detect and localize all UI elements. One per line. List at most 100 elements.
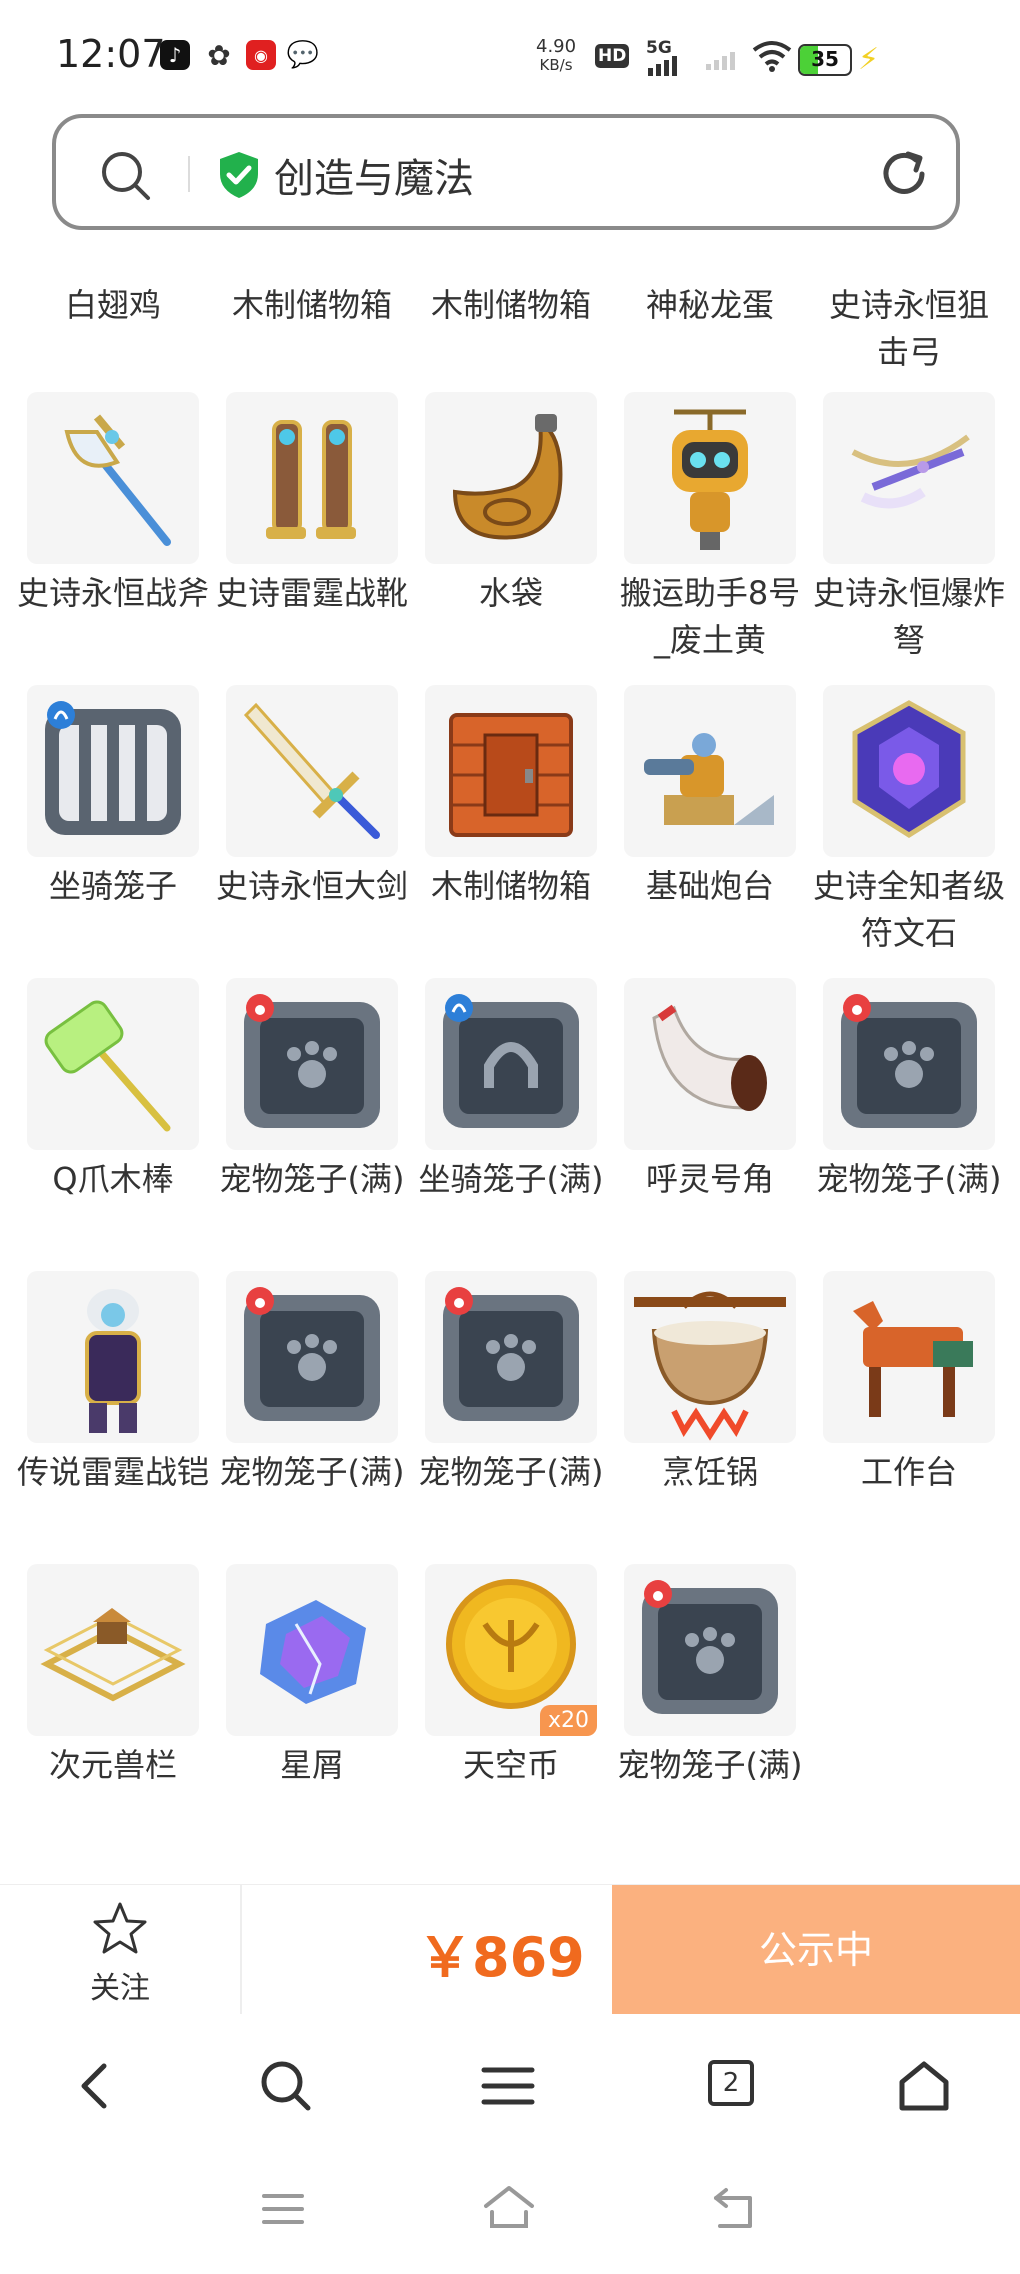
item-name: 坐骑笼子 [48, 867, 177, 905]
pet-cage-icon [642, 1580, 778, 1714]
item-card[interactable]: 坐骑笼子 [27, 685, 199, 978]
item-name: 史诗雷霆战靴 [215, 574, 408, 612]
home-icon[interactable] [894, 2056, 954, 2116]
mount-cage-icon [45, 701, 181, 835]
item-name: 木制储物箱 [231, 286, 392, 324]
search-bar[interactable]: 创造与魔法 [52, 114, 960, 230]
back-icon[interactable] [710, 2182, 762, 2234]
item-card[interactable]: 史诗永恒战斧 [17, 392, 209, 685]
wifi-icon [752, 41, 792, 72]
signal-icon [648, 56, 677, 76]
item-card[interactable]: Q爪木棒 [27, 978, 199, 1271]
pet-cage-icon [244, 1287, 380, 1421]
net-speed: 4.90 KB/s [536, 36, 577, 75]
item-name: Q爪木棒 [52, 1160, 174, 1198]
item-card[interactable]: 史诗雷霆战靴 [216, 392, 408, 685]
wooden-chest-icon [449, 713, 573, 837]
item-card[interactable]: 木制储物箱 [425, 270, 597, 390]
item-name: 呼灵号角 [645, 1160, 774, 1198]
item-image [27, 1564, 199, 1736]
item-image [823, 1271, 995, 1443]
item-name: 宠物笼子(满) [617, 1746, 803, 1784]
pet-cage-icon [244, 994, 380, 1128]
publicity-status-button[interactable]: 公示中 [612, 1885, 1020, 2015]
price: ￥869 [418, 1926, 585, 1989]
item-image [823, 685, 995, 857]
item-card[interactable]: 白翅鸡 [27, 270, 199, 390]
tabs-icon[interactable]: 2 [708, 2060, 768, 2120]
item-image [823, 978, 995, 1150]
item-card[interactable]: 宠物笼子(满) [817, 978, 1001, 1271]
item-card[interactable]: 木制储物箱 [425, 685, 597, 978]
turret-icon [644, 733, 774, 825]
crossbow-icon [851, 434, 970, 509]
item-card[interactable]: 基础炮台 [624, 685, 796, 978]
item-image: x20 [425, 1564, 597, 1736]
item-card[interactable]: 水袋 [425, 392, 597, 685]
status-time: 12:07 [56, 32, 166, 76]
item-image [27, 1271, 199, 1443]
net-speed-value: 4.90 [536, 36, 577, 57]
great-sword-icon [243, 702, 380, 839]
network-type: 5G [646, 38, 672, 58]
mount-cage-full-icon [443, 994, 579, 1128]
recent-apps-icon[interactable] [258, 2184, 308, 2234]
item-card[interactable]: 史诗永恒大剑 [216, 685, 408, 978]
item-name: 神秘龙蛋 [645, 286, 774, 324]
tiktok-icon: ♪ [160, 40, 190, 70]
menu-icon[interactable] [478, 2056, 538, 2116]
item-name: 宠物笼子(满) [219, 1160, 405, 1198]
net-speed-unit: KB/s [539, 56, 573, 74]
item-card[interactable]: 宠物笼子(满) [220, 1271, 404, 1564]
item-card[interactable]: 宠物笼子(满) [419, 1271, 603, 1564]
wechat-icon: 💬 [286, 40, 320, 70]
follow-button[interactable]: 关注 [0, 1885, 242, 2015]
browser-toolbar: 2 [0, 2014, 1020, 2154]
armor-icon [85, 1289, 141, 1433]
item-image [425, 978, 597, 1150]
red-app-icon: ◉ [246, 40, 276, 70]
item-card[interactable]: 史诗全知者级符文石 [813, 685, 1005, 978]
quantity-badge: x20 [539, 1705, 597, 1736]
items-grid: 史诗永恒战斧 史诗雷霆战靴 水袋 搬运助手8号_废土黄 史诗永恒爆炸弩 坐骑笼子… [17, 392, 1005, 1857]
back-icon[interactable] [66, 2056, 126, 2116]
item-name: 基础炮台 [645, 867, 774, 905]
item-card[interactable]: x20 天空币 [425, 1564, 597, 1857]
item-name: 木制储物箱 [430, 867, 591, 905]
item-name: 天空币 [462, 1746, 559, 1784]
item-card[interactable]: 传说雷霆战铠 [17, 1271, 209, 1564]
hd-badge: HD [595, 44, 630, 68]
item-card[interactable]: 工作台 [823, 1271, 995, 1564]
item-card[interactable]: 宠物笼子(满) [618, 1564, 802, 1857]
search-divider [188, 156, 190, 192]
claw-club-icon [44, 1000, 171, 1132]
item-image [27, 685, 199, 857]
item-card[interactable]: 搬运助手8号_废土黄 [620, 392, 800, 685]
item-name: 史诗永恒大剑 [215, 867, 408, 905]
fence-pen-icon [40, 1608, 186, 1702]
item-card[interactable]: 史诗永恒狙击弓 [823, 270, 995, 390]
page-title[interactable]: 创造与魔法 [274, 146, 474, 204]
search-icon[interactable] [100, 150, 152, 202]
item-image [27, 392, 199, 564]
item-card[interactable]: 神秘龙蛋 [624, 270, 796, 390]
item-card[interactable]: 次元兽栏 [27, 1564, 199, 1857]
home-icon[interactable] [480, 2182, 538, 2234]
item-card[interactable]: 坐骑笼子(满) [419, 978, 603, 1271]
item-image [624, 1564, 796, 1736]
charging-icon: ⚡ [858, 42, 880, 77]
item-name: 传说雷霆战铠 [16, 1453, 209, 1491]
refresh-icon[interactable] [876, 146, 932, 202]
star-icon [93, 1902, 147, 1954]
item-image [27, 978, 199, 1150]
item-image [425, 685, 597, 857]
search-icon[interactable] [256, 2056, 316, 2116]
item-card[interactable]: 木制储物箱 [226, 270, 398, 390]
item-card[interactable]: 呼灵号角 [624, 978, 796, 1271]
item-card[interactable]: 宠物笼子(满) [220, 978, 404, 1271]
item-card[interactable]: 烹饪锅 [624, 1271, 796, 1564]
item-card[interactable]: 史诗永恒爆炸弩 [813, 392, 1005, 685]
item-card[interactable]: 星屑 [226, 1564, 398, 1857]
item-image [226, 392, 398, 564]
item-image [624, 1271, 796, 1443]
